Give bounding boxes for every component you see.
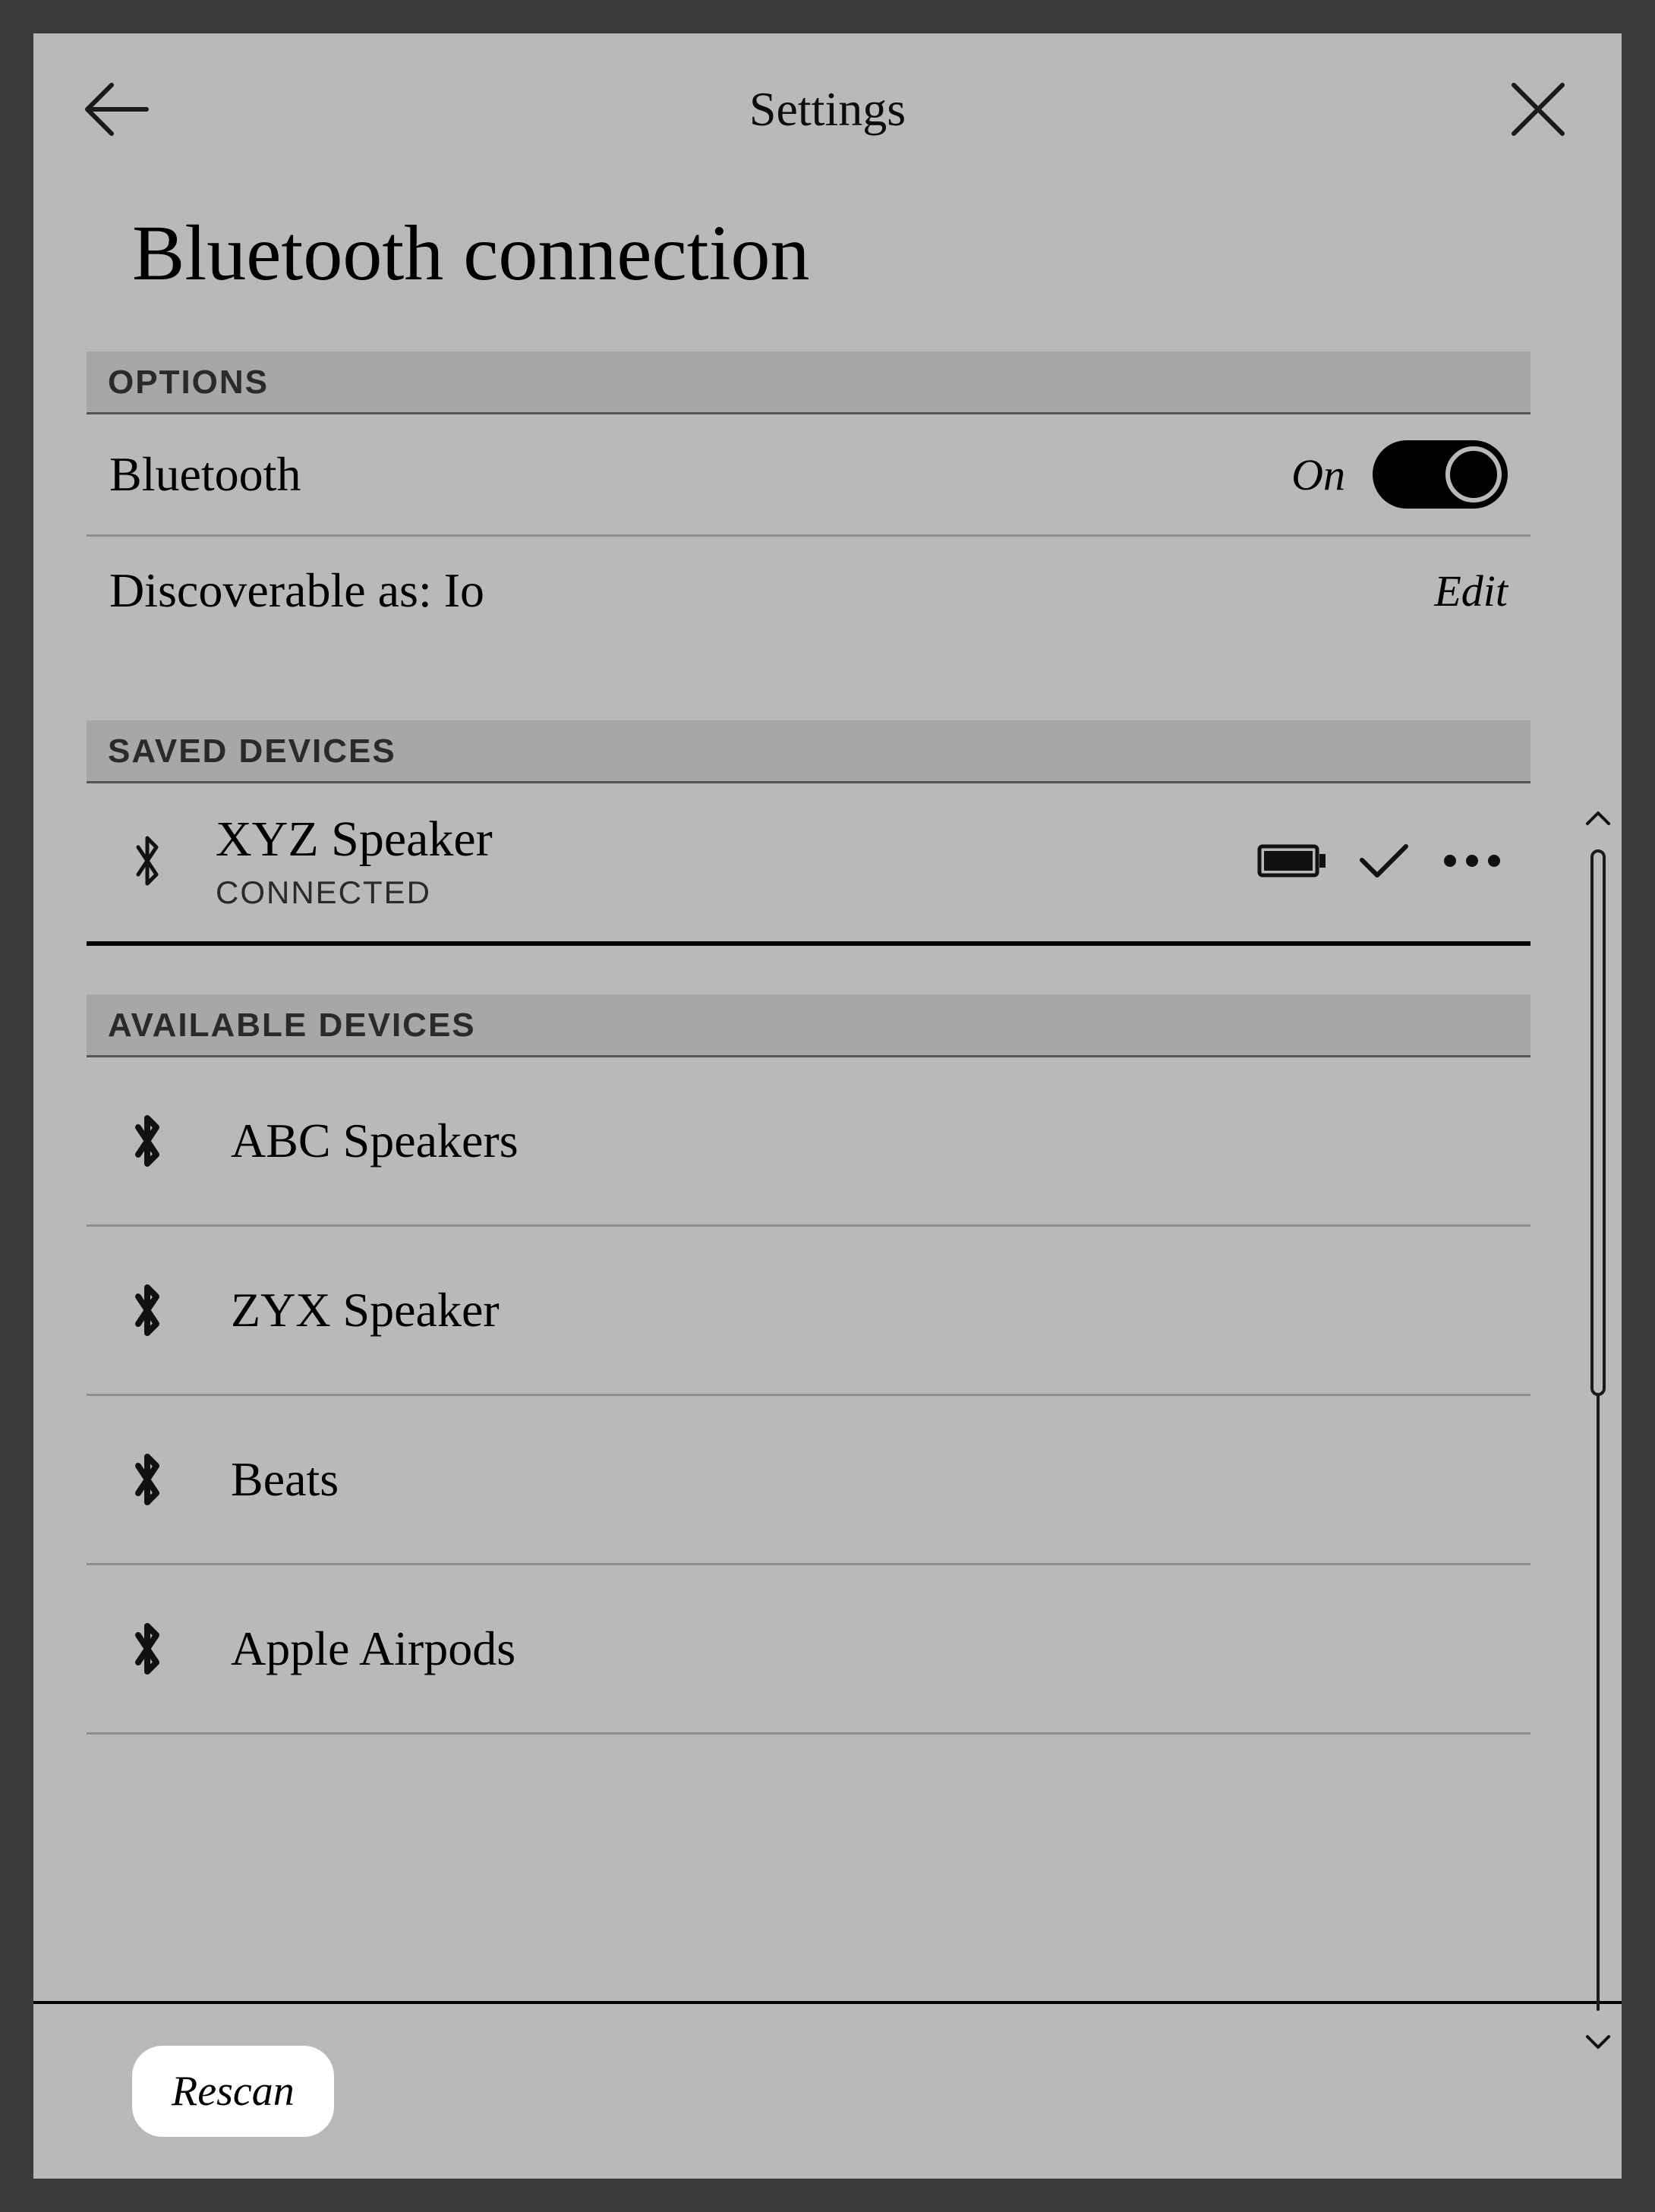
section-header-options: OPTIONS bbox=[87, 351, 1530, 414]
available-device-row[interactable]: Apple Airpods bbox=[87, 1565, 1530, 1735]
chevron-down-icon[interactable] bbox=[1583, 2032, 1613, 2053]
available-device-row[interactable]: Beats bbox=[87, 1396, 1530, 1565]
scrollbar-track[interactable] bbox=[1597, 849, 1600, 2011]
saved-device-name: XYZ Speaker bbox=[216, 811, 1257, 868]
bluetooth-icon bbox=[109, 832, 185, 890]
close-icon bbox=[1509, 80, 1567, 138]
bluetooth-label: Bluetooth bbox=[109, 446, 301, 503]
scrollbar-thumb[interactable] bbox=[1590, 849, 1606, 1396]
bluetooth-icon bbox=[109, 1451, 185, 1508]
back-arrow-icon bbox=[81, 80, 150, 138]
titlebar: Settings bbox=[33, 33, 1622, 185]
bluetooth-toggle-row[interactable]: Bluetooth On bbox=[87, 414, 1530, 537]
available-device-row[interactable]: ABC Speakers bbox=[87, 1057, 1530, 1227]
available-device-name: Beats bbox=[185, 1451, 339, 1508]
available-device-row[interactable]: ZYX Speaker bbox=[87, 1227, 1530, 1396]
available-device-name: ABC Speakers bbox=[185, 1113, 519, 1169]
content-area: OPTIONS Bluetooth On Discoverable as: Io… bbox=[33, 351, 1622, 2001]
discoverable-row: Discoverable as: Io Edit bbox=[87, 537, 1530, 644]
back-button[interactable] bbox=[77, 71, 153, 147]
edit-name-button[interactable]: Edit bbox=[1434, 566, 1508, 616]
section-header-saved: SAVED DEVICES bbox=[87, 720, 1530, 783]
chevron-up-icon[interactable] bbox=[1583, 807, 1613, 828]
page-title: Bluetooth connection bbox=[33, 185, 1622, 351]
scrollbar[interactable] bbox=[1579, 807, 1617, 2053]
section-header-available: AVAILABLE DEVICES bbox=[87, 994, 1530, 1057]
available-device-name: ZYX Speaker bbox=[185, 1282, 500, 1338]
bluetooth-icon bbox=[109, 1112, 185, 1170]
bluetooth-icon bbox=[109, 1620, 185, 1678]
rescan-button[interactable]: Rescan bbox=[132, 2046, 334, 2137]
bluetooth-toggle[interactable] bbox=[1373, 440, 1508, 509]
battery-icon bbox=[1257, 842, 1327, 880]
close-button[interactable] bbox=[1500, 71, 1576, 147]
more-options-icon[interactable] bbox=[1441, 853, 1503, 868]
bluetooth-state: On bbox=[1291, 449, 1345, 500]
toggle-knob bbox=[1445, 446, 1502, 503]
settings-panel: Settings Bluetooth connection OPTIONS Bl… bbox=[33, 33, 1622, 2179]
connected-check-icon bbox=[1357, 840, 1411, 881]
discoverable-label: Discoverable as: Io bbox=[109, 562, 484, 619]
available-device-name: Apple Airpods bbox=[185, 1621, 515, 1677]
footer: Rescan bbox=[33, 2001, 1622, 2179]
saved-device-row[interactable]: XYZ Speaker CONNECTED bbox=[87, 783, 1530, 946]
bluetooth-icon bbox=[109, 1281, 185, 1339]
titlebar-title: Settings bbox=[749, 81, 906, 137]
saved-device-status: CONNECTED bbox=[216, 874, 1257, 911]
